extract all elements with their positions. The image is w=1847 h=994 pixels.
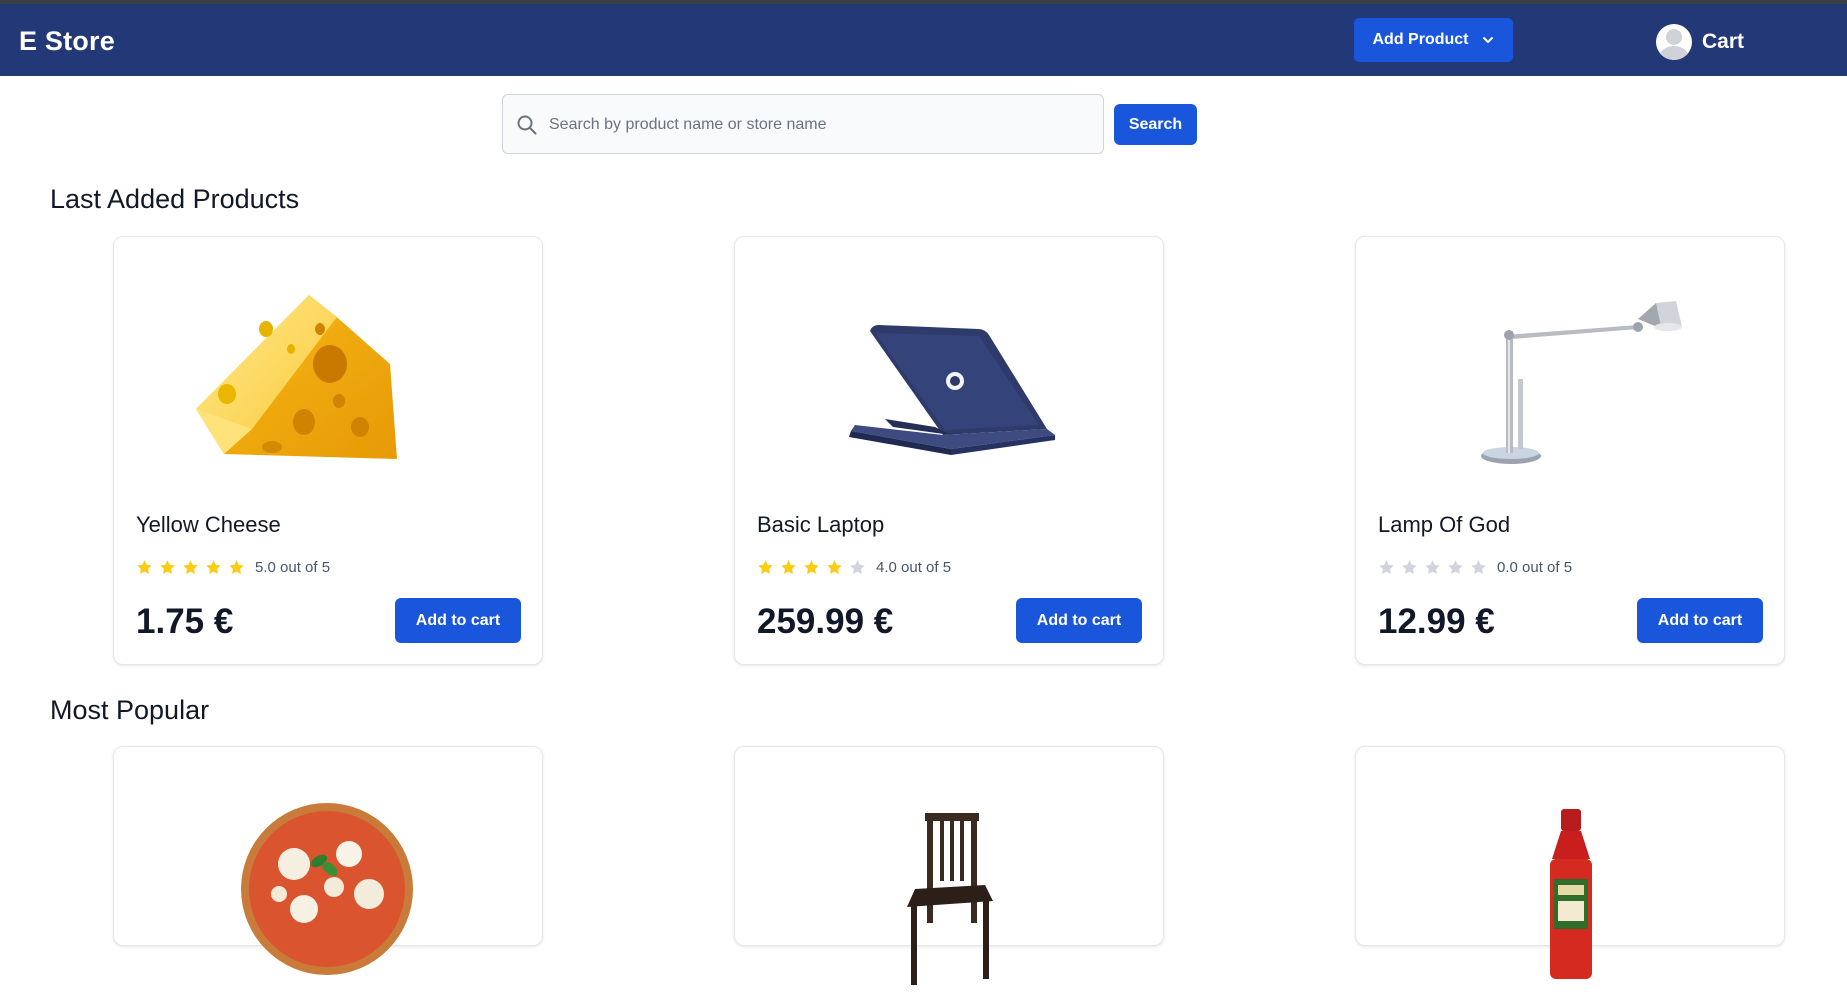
chevron-down-icon [1482, 37, 1493, 43]
add-product-dropdown-button[interactable]: Add Product [1354, 18, 1513, 62]
product-card: Basic Laptop 4.0 out of 5 259.99 € Add t… [734, 236, 1164, 665]
product-name[interactable]: Basic Laptop [757, 512, 884, 538]
product-price: 259.99 € [757, 602, 894, 641]
rating-text: 0.0 out of 5 [1497, 559, 1573, 576]
product-card [113, 746, 543, 975]
product-price: 1.75 € [136, 602, 234, 641]
section-title-last-added: Last Added Products [50, 184, 300, 214]
desk-lamp-image[interactable] [1376, 259, 1764, 479]
product-rating: 5.0 out of 5 [136, 559, 330, 576]
star-filled-icon [183, 560, 198, 575]
brand-logo[interactable]: E Store [19, 26, 115, 57]
star-filled-icon [827, 560, 842, 575]
add-product-label: Add Product [1372, 31, 1469, 48]
star-empty-icon [1425, 560, 1440, 575]
star-filled-icon [206, 560, 221, 575]
star-empty-icon [1471, 560, 1486, 575]
search-box [502, 94, 1104, 155]
star-empty-icon [1448, 560, 1463, 575]
section-title-most-popular: Most Popular [50, 695, 210, 725]
product-card [1355, 746, 1785, 979]
cart-button[interactable]: Cart [1656, 22, 1744, 62]
laptop-image[interactable] [755, 259, 1143, 479]
product-card [734, 746, 1164, 985]
star-empty-icon [850, 560, 865, 575]
star-filled-icon [758, 560, 773, 575]
star-filled-icon [160, 560, 175, 575]
rating-text: 5.0 out of 5 [255, 559, 331, 576]
star-empty-icon [1402, 560, 1417, 575]
product-rating: 4.0 out of 5 [757, 559, 951, 576]
chair-image[interactable] [755, 769, 1143, 989]
star-filled-icon [229, 560, 244, 575]
star-filled-icon [781, 560, 796, 575]
navbar: E Store Add Product Cart [0, 4, 1847, 76]
user-avatar-icon[interactable] [1656, 24, 1692, 60]
product-card: Lamp Of God 0.0 out of 5 12.99 € Add to … [1355, 236, 1785, 665]
product-rating: 0.0 out of 5 [1378, 559, 1572, 576]
search-icon [517, 115, 537, 135]
star-filled-icon [137, 560, 152, 575]
product-price: 12.99 € [1378, 602, 1495, 641]
rating-text: 4.0 out of 5 [876, 559, 952, 576]
product-name[interactable]: Lamp Of God [1378, 512, 1510, 538]
star-empty-icon [1379, 560, 1394, 575]
add-to-cart-button[interactable]: Add to cart [1637, 598, 1763, 643]
product-card: Yellow Cheese 5.0 out of 5 1.75 € Add to… [113, 236, 543, 665]
pizza-image[interactable] [134, 769, 522, 989]
yellow-cheese-image[interactable] [134, 259, 522, 479]
add-to-cart-button[interactable]: Add to cart [395, 598, 521, 643]
star-filled-icon [804, 560, 819, 575]
cart-label: Cart [1702, 30, 1745, 53]
add-to-cart-button[interactable]: Add to cart [1016, 598, 1142, 643]
search-input[interactable] [547, 95, 1091, 155]
search-button[interactable]: Search [1114, 104, 1197, 145]
hot-sauce-image[interactable] [1376, 769, 1764, 989]
product-name[interactable]: Yellow Cheese [136, 512, 281, 538]
